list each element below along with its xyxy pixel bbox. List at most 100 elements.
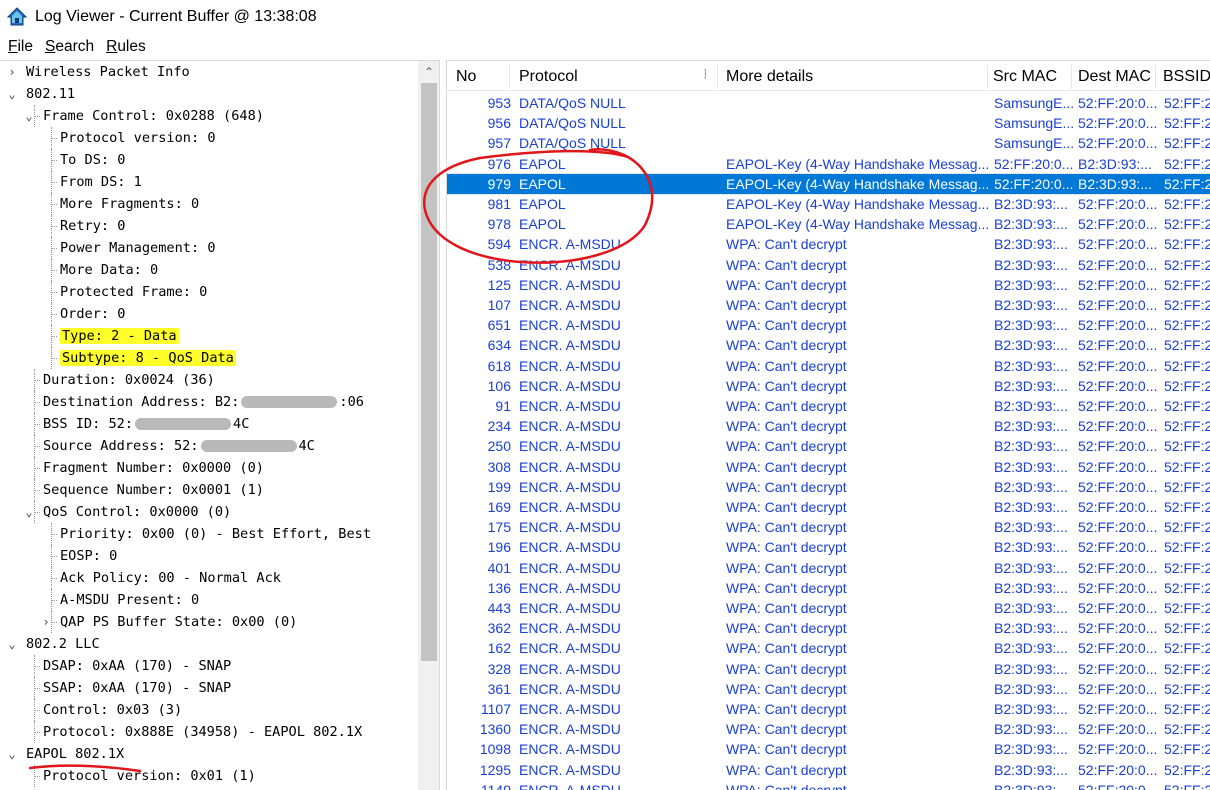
tree-node[interactable]: Source Address: 52: 4C	[43, 435, 315, 457]
tree-node[interactable]: DSAP: 0xAA (170) - SNAP	[43, 655, 231, 677]
table-row[interactable]: 196 ENCR. A-MSDU WPA: Can't decrypt B2:3D:9…	[447, 537, 1210, 557]
table-row[interactable]: 107 ENCR. A-MSDU WPA: Can't decrypt B2:3D:9…	[447, 295, 1210, 315]
chevron-down-icon[interactable]: ⌄	[23, 105, 35, 127]
tree-node[interactable]: EAPOL 802.1X	[26, 743, 124, 765]
table-row[interactable]: 362 ENCR. A-MSDU WPA: Can't decrypt B2:3D:9…	[447, 618, 1210, 638]
packet-tree[interactable]: › Wireless Packet Info ⌄ 802.11 ⌄ Frame Contr…	[0, 61, 418, 790]
chevron-down-icon[interactable]: ⌄	[6, 633, 18, 655]
tree-node[interactable]: 802.11	[26, 83, 75, 105]
tree-node[interactable]: Ack Policy: 00 - Normal Ack	[60, 567, 281, 589]
tree-node[interactable]: Power Management: 0	[60, 237, 216, 259]
table-row[interactable]: 136 ENCR. A-MSDU WPA: Can't decrypt B2:3D:9…	[447, 578, 1210, 598]
tree-node[interactable]: Order: 0	[60, 303, 125, 325]
table-row[interactable]: 106 ENCR. A-MSDU WPA: Can't decrypt B2:3D:9…	[447, 376, 1210, 396]
col-protocol-header[interactable]: Protocol	[513, 61, 578, 91]
tree-node[interactable]: Destination Address: B2::06	[43, 391, 364, 413]
cell-details: EAPOL-Key (4-Way Handshake Messag...	[726, 196, 988, 212]
table-row-selected[interactable]: 979 EAPOL EAPOL-Key (4-Way Handshake Messa…	[447, 172, 1210, 195]
table-row[interactable]: 361 ENCR. A-MSDU WPA: Can't decrypt B2:3D:9…	[447, 679, 1210, 699]
col-dest-mac-header[interactable]: Dest MAC	[1072, 61, 1151, 91]
table-row[interactable]: 634 ENCR. A-MSDU WPA: Can't decrypt B2:3D:9…	[447, 335, 1210, 355]
tree-node[interactable]: BSS ID: 52: 4C	[43, 413, 249, 435]
tree-node[interactable]: Subtype: 8 - QoS Data	[60, 347, 236, 369]
table-row[interactable]: 125 ENCR. A-MSDU WPA: Can't decrypt B2:3D:9…	[447, 275, 1210, 295]
col-bssid-header[interactable]: BSSID	[1157, 61, 1210, 91]
table-row[interactable]: 169 ENCR. A-MSDU WPA: Can't decrypt B2:3D:9…	[447, 497, 1210, 517]
cell-dest-mac: 52:FF:20:0...	[1078, 620, 1158, 637]
chevron-down-icon[interactable]: ⌄	[23, 501, 35, 523]
tree-node[interactable]: A-MSDU Present: 0	[60, 589, 199, 611]
chevron-down-icon[interactable]: ⌄	[6, 743, 18, 765]
col-divider[interactable]	[509, 65, 510, 89]
table-row[interactable]: 1360 ENCR. A-MSDU WPA: Can't decrypt B2:3D:…	[447, 719, 1210, 739]
table-row[interactable]: 1149 ENCR. A-MSDU WPA: Can't decrypt B2:3D:…	[447, 780, 1210, 790]
tree-node[interactable]: Protocol version: 0	[60, 127, 216, 149]
table-row[interactable]: 978 EAPOL EAPOL-Key (4-Way Handshake Messa…	[447, 214, 1210, 234]
tree-node[interactable]: Protocol version: 0x01 (1)	[43, 765, 256, 787]
table-row[interactable]: 162 ENCR. A-MSDU WPA: Can't decrypt B2:3D:9…	[447, 638, 1210, 658]
table-row[interactable]: 957 DATA/QoS NULL SamsungE... 52:FF:20:0...…	[447, 133, 1210, 153]
table-row[interactable]: 308 ENCR. A-MSDU WPA: Can't decrypt B2:3D:9…	[447, 457, 1210, 477]
table-row[interactable]: 981 EAPOL EAPOL-Key (4-Way Handshake Messa…	[447, 194, 1210, 214]
cell-src-mac: B2:3D:93:...	[994, 458, 1068, 475]
tree-node[interactable]: To DS: 0	[60, 149, 125, 171]
table-row[interactable]: 328 ENCR. A-MSDU WPA: Can't decrypt B2:3D:9…	[447, 659, 1210, 679]
table-row[interactable]: 91 ENCR. A-MSDU WPA: Can't decrypt B2:3D:93…	[447, 396, 1210, 416]
table-row[interactable]: 1098 ENCR. A-MSDU WPA: Can't decrypt B2:3D:…	[447, 739, 1210, 759]
tree-node[interactable]: QAP PS Buffer State: 0x00 (0)	[60, 611, 297, 633]
tree-node[interactable]: Retry: 0	[60, 215, 125, 237]
tree-scrollbar[interactable]: ⌃	[418, 61, 439, 790]
table-row[interactable]: 953 DATA/QoS NULL SamsungE... 52:FF:20:0...…	[447, 93, 1210, 113]
scrollbar-thumb[interactable]	[421, 83, 437, 661]
table-row[interactable]: 956 DATA/QoS NULL SamsungE... 52:FF:20:0...…	[447, 113, 1210, 133]
tree-node[interactable]: More Fragments: 0	[60, 193, 199, 215]
chevron-right-icon[interactable]: ›	[6, 61, 18, 83]
table-row[interactable]: 538 ENCR. A-MSDU WPA: Can't decrypt B2:3D:9…	[447, 255, 1210, 275]
col-src-mac-header[interactable]: Src MAC	[987, 61, 1057, 91]
tree-node[interactable]: Frame Control: 0x0288 (648)	[43, 105, 264, 127]
tree-node[interactable]: From DS: 1	[60, 171, 142, 193]
table-row[interactable]: 976 EAPOL EAPOL-Key (4-Way Handshake Messa…	[447, 154, 1210, 174]
tree-node[interactable]: Sequence Number: 0x0001 (1)	[43, 479, 264, 501]
table-row[interactable]: 1295 ENCR. A-MSDU WPA: Can't decrypt B2:3D:…	[447, 760, 1210, 780]
table-row[interactable]: 234 ENCR. A-MSDU WPA: Can't decrypt B2:3D:9…	[447, 416, 1210, 436]
tree-node[interactable]: QoS Control: 0x0000 (0)	[43, 501, 231, 523]
tree-node[interactable]: Wireless Packet Info	[26, 61, 190, 83]
tree-node[interactable]: Type: 2 - Data	[60, 325, 179, 347]
tree-node[interactable]: Priority: 0x00 (0) - Best Effort, Best	[60, 523, 371, 545]
menu-rules[interactable]: Rules	[106, 38, 146, 56]
table-row[interactable]: 199 ENCR. A-MSDU WPA: Can't decrypt B2:3D:9…	[447, 477, 1210, 497]
chevron-up-icon[interactable]: ⌃	[418, 63, 439, 81]
table-row[interactable]: 250 ENCR. A-MSDU WPA: Can't decrypt B2:3D:9…	[447, 436, 1210, 456]
tree-node[interactable]: Fragment Number: 0x0000 (0)	[43, 457, 264, 479]
tree-node[interactable]: Duration: 0x0024 (36)	[43, 369, 215, 391]
table-row[interactable]: 594 ENCR. A-MSDU WPA: Can't decrypt B2:3D:9…	[447, 234, 1210, 254]
table-row[interactable]: 1107 ENCR. A-MSDU WPA: Can't decrypt B2:3D:…	[447, 699, 1210, 719]
table-row[interactable]: 443 ENCR. A-MSDU WPA: Can't decrypt B2:3D:9…	[447, 598, 1210, 618]
tree-connector	[34, 699, 35, 721]
col-divider[interactable]	[717, 65, 718, 89]
tree-node[interactable]: More Data: 0	[60, 259, 158, 281]
cell-src-mac: B2:3D:93:...	[994, 276, 1068, 293]
col-details-header[interactable]: More details	[720, 61, 813, 91]
tree-node[interactable]: EOSP: 0	[60, 545, 117, 567]
tree-node[interactable]: SSAP: 0xAA (170) - SNAP	[43, 677, 231, 699]
cell-no: 978	[487, 216, 511, 233]
menu-file[interactable]: File	[8, 38, 33, 56]
table-row[interactable]: 618 ENCR. A-MSDU WPA: Can't decrypt B2:3D:9…	[447, 356, 1210, 376]
tree-node[interactable]: Protocol: 0x888E (34958) - EAPOL 802.1X	[43, 721, 362, 743]
tree-node[interactable]: 802.2 LLC	[26, 633, 100, 655]
tree-node-label: Order: 0	[60, 306, 126, 322]
menu-search[interactable]: Search	[45, 38, 94, 56]
tree-connector	[34, 413, 35, 435]
table-row[interactable]: 175 ENCR. A-MSDU WPA: Can't decrypt B2:3D:9…	[447, 517, 1210, 537]
chevron-down-icon[interactable]: ⌄	[6, 83, 18, 105]
table-row[interactable]: 651 ENCR. A-MSDU WPA: Can't decrypt B2:3D:9…	[447, 315, 1210, 335]
chevron-right-icon[interactable]: ›	[40, 611, 52, 633]
col-no-header[interactable]: No	[450, 61, 476, 91]
cell-protocol: ENCR. A-MSDU	[519, 680, 621, 697]
col-divider[interactable]	[1155, 65, 1156, 89]
table-row[interactable]: 401 ENCR. A-MSDU WPA: Can't decrypt B2:3D:9…	[447, 558, 1210, 578]
tree-node[interactable]: Control: 0x03 (3)	[43, 699, 182, 721]
tree-node[interactable]: Protected Frame: 0	[60, 281, 207, 303]
